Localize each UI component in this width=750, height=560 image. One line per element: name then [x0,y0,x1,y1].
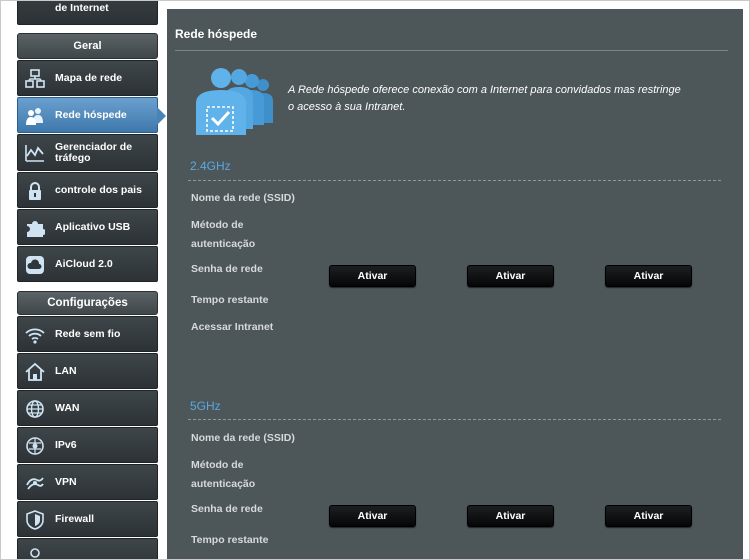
page-title: Rede hóspede [175,27,258,41]
cloud-icon [25,255,45,275]
sidebar-item-usb-application[interactable]: Aplicativo USB [17,209,158,245]
sidebar-item-internet-status[interactable]: de Internet [17,1,158,25]
auth-method-label: Método de autenticação [191,219,256,250]
advanced-section-header: Configurações avançadas [17,291,158,331]
title-divider [175,50,728,51]
sidebar-item-aicloud[interactable]: AiCloud 2.0 [17,246,158,282]
sidebar-item-vpn[interactable]: VPN [17,464,158,500]
sidebar-item-label: Firewall [55,512,95,525]
home-icon [25,362,45,382]
guest-network-illustration-icon [193,67,275,135]
sidebar-item-firewall[interactable]: Firewall [17,501,158,537]
sidebar-item-label: Mapa de rede [55,71,123,84]
admin-icon [25,547,45,559]
guest-network-icon [25,106,45,126]
network-key-label: Senha de rede [191,263,263,275]
sidebar-item-guest-network[interactable]: Rede hóspede [17,97,166,133]
traffic-manager-icon [25,143,45,163]
sidebar-item-label: WAN [55,401,80,414]
vpn-icon [25,473,45,493]
sidebar-item-label: controle dos pais [55,183,142,196]
network-key-label: Senha de rede [191,503,263,515]
band-title-2-4ghz: 2.4GHz [190,159,231,173]
enable-button[interactable]: Ativar [329,265,416,287]
enable-button[interactable]: Ativar [329,505,416,527]
globe-icon [25,1,45,12]
shield-icon [25,510,45,530]
sidebar-item-wan[interactable]: WAN [17,390,158,426]
band-divider [188,180,721,181]
sidebar-item-label: IPv6 [55,438,77,451]
sidebar-item-label: Rede hóspede [55,108,127,121]
sidebar-item-ipv6[interactable]: IPv6 [17,427,158,463]
sidebar-item-label: Aplicativo USB [55,220,131,233]
network-map-icon [25,69,45,89]
globe-icon [25,399,45,419]
wifi-icon [25,325,45,345]
enable-button[interactable]: Ativar [467,505,554,527]
enable-button[interactable]: Ativar [605,505,692,527]
sidebar-item-label: Gerenciador de tráfego [55,140,133,164]
access-intranet-label: Acessar Intranet [191,321,274,333]
sidebar-item-wireless[interactable]: Rede sem fio [17,316,158,352]
lock-icon [25,181,45,201]
ssid-label: Nome da rede (SSID) [191,192,295,204]
ipv6-globe-icon [25,436,45,456]
sidebar-item-parental-control[interactable]: controle dos pais [17,172,158,208]
sidebar-item-label: Rede sem fio [55,327,121,340]
time-remaining-label: Tempo restante [191,534,269,546]
sidebar: de Internet Geral Mapa de rede Rede hósp… [17,1,166,559]
general-section-header: Geral [17,33,158,59]
ssid-label: Nome da rede (SSID) [191,432,295,444]
enable-button[interactable]: Ativar [467,265,554,287]
sidebar-item-label: de Internet [55,2,109,14]
sidebar-item-network-map[interactable]: Mapa de rede [17,60,158,96]
sidebar-item-lan[interactable]: LAN [17,353,158,389]
auth-method-label: Método de autenticação [191,459,256,490]
main-panel: Rede hóspede A Rede hóspede oferece cone… [167,9,743,559]
enable-button[interactable]: Ativar [605,265,692,287]
guest-network-description: A Rede hóspede oferece conexão com a Int… [288,84,681,113]
router-admin-window: de Internet Geral Mapa de rede Rede hósp… [0,0,750,560]
sidebar-item-partial[interactable] [17,538,158,559]
band-divider [188,419,721,420]
band-title-5ghz: 5GHz [190,399,221,413]
sidebar-item-label: VPN [55,475,77,488]
sidebar-item-label: AiCloud 2.0 [55,257,113,270]
puzzle-icon [25,218,46,238]
sidebar-item-label: LAN [55,364,77,377]
time-remaining-label: Tempo restante [191,294,269,306]
sidebar-item-traffic-manager[interactable]: Gerenciador de tráfego [17,134,158,171]
